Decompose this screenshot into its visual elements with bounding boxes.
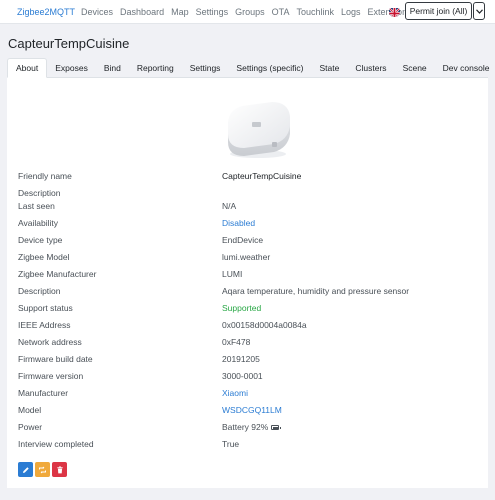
label-device-type: Device type [18, 235, 63, 245]
tab-clusters[interactable]: Clusters [347, 58, 394, 77]
tab-settings[interactable]: Settings [182, 58, 229, 77]
nav-link-map[interactable]: Map [171, 7, 189, 17]
tab-bind[interactable]: Bind [96, 58, 129, 77]
label-zigbee-model: Zigbee Model [18, 252, 70, 262]
label-manufacturer: Manufacturer [18, 388, 69, 398]
value-manufacturer-link[interactable]: Xiaomi [222, 388, 248, 398]
chevron-down-icon [475, 8, 483, 14]
value-zigbee-manufacturer: LUMI [222, 269, 243, 279]
tab-scene[interactable]: Scene [395, 58, 435, 77]
label-zigbee-manufacturer: Zigbee Manufacturer [18, 269, 97, 279]
nav-link-groups[interactable]: Groups [235, 7, 265, 17]
brand-link[interactable]: Zigbee2MQTT [17, 7, 75, 17]
remove-button[interactable] [52, 462, 67, 477]
page-footer-gap [0, 492, 495, 500]
label-description: Description [18, 188, 61, 198]
value-interview-completed: True [222, 439, 240, 449]
value-network-address: 0xF478 [222, 337, 251, 347]
label-friendly-name: Friendly name [18, 171, 72, 181]
value-power: Battery 92% [222, 422, 282, 432]
label-last-seen: Last seen [18, 201, 55, 211]
tab-about[interactable]: About [7, 58, 48, 78]
nav-link-touchlink[interactable]: Touchlink [296, 7, 334, 17]
value-device-type: EndDevice [222, 235, 264, 245]
uk-flag-icon[interactable] [389, 6, 400, 17]
permit-join-dropdown-toggle[interactable] [473, 2, 485, 20]
value-last-seen: N/A [222, 201, 237, 211]
device-tabs: About Exposes Bind Reporting Settings Se… [7, 58, 489, 78]
battery-icon [271, 425, 282, 431]
refresh-icon [39, 466, 46, 473]
value-firmware-build-date: 20191205 [222, 354, 260, 364]
value-availability-link[interactable]: Disabled [222, 218, 255, 228]
edit-icon [22, 466, 29, 473]
permit-join-button[interactable]: Permit join (All) [405, 2, 472, 20]
value-firmware-version: 3000-0001 [222, 371, 263, 381]
page-title: CapteurTempCuisine [8, 36, 130, 51]
device-image [222, 98, 294, 160]
tab-reporting[interactable]: Reporting [129, 58, 182, 77]
value-model-link[interactable]: WSDCGQ11LM [222, 405, 282, 415]
label-firmware-version: Firmware version [18, 371, 84, 381]
value-support-status: Supported [222, 303, 262, 313]
label-model: Model [18, 405, 42, 415]
label-network-address: Network address [18, 337, 82, 347]
nav-link-dashboard[interactable]: Dashboard [120, 7, 164, 17]
value-zigbee-model: lumi.weather [222, 252, 271, 262]
value-ieee-address: 0x00158d0004a0084a [222, 320, 307, 330]
label-model-description: Description [18, 286, 61, 296]
nav-link-devices[interactable]: Devices [81, 7, 113, 17]
reconfigure-button[interactable] [35, 462, 50, 477]
edit-button[interactable] [18, 462, 33, 477]
tab-exposes[interactable]: Exposes [47, 58, 96, 77]
label-interview-completed: Interview completed [18, 439, 94, 449]
nav-link-logs[interactable]: Logs [341, 7, 361, 17]
trash-icon [56, 466, 63, 473]
label-power: Power [18, 422, 43, 432]
value-power-text: Battery 92% [222, 422, 269, 432]
nav-link-settings[interactable]: Settings [196, 7, 229, 17]
label-ieee-address: IEEE Address [18, 320, 71, 330]
label-support-status: Support status [18, 303, 73, 313]
tab-state[interactable]: State [312, 58, 348, 77]
value-friendly-name: CapteurTempCuisine [222, 171, 302, 181]
label-firmware-build-date: Firmware build date [18, 354, 93, 364]
nav-link-ota[interactable]: OTA [272, 7, 290, 17]
label-availability: Availability [18, 218, 59, 228]
tab-dev-console[interactable]: Dev console [435, 58, 495, 77]
value-model-description: Aqara temperature, humidity and pressure… [222, 286, 410, 296]
tab-settings-specific[interactable]: Settings (specific) [228, 58, 311, 77]
